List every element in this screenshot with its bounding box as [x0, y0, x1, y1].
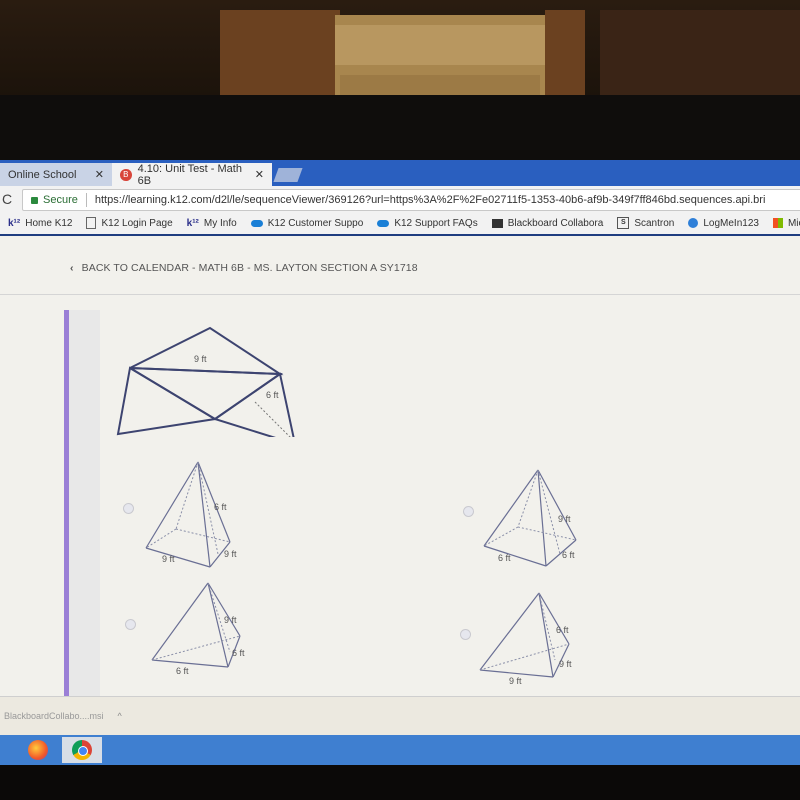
- option-a-base-front-label: 9 ft: [162, 554, 175, 564]
- pyramid-net-figure: 9 ft 6 ft: [110, 322, 310, 446]
- net-top-face: [129, 326, 284, 376]
- bookmark-customer-support[interactable]: K12 Customer Suppo: [250, 217, 364, 229]
- option-d-radio[interactable]: [460, 629, 471, 640]
- bookmark-microsoft[interactable]: Micro: [772, 217, 800, 229]
- bookmark-label: K12 Login Page: [101, 217, 173, 229]
- reload-icon[interactable]: C: [2, 191, 12, 207]
- monitor-bezel-bottom: [0, 765, 800, 800]
- tab-bar: Online School ✕ B 4.10: Unit Test - Math…: [0, 160, 800, 187]
- net-slant-label: 6 ft: [266, 390, 279, 400]
- new-tab-button[interactable]: [273, 168, 303, 182]
- monitor-bezel: [0, 95, 800, 165]
- secure-label: Secure: [43, 194, 78, 206]
- k12-icon: k¹²: [8, 217, 21, 229]
- address-row: C Secure https://learning.k12.com/d2l/le…: [0, 186, 800, 212]
- option-c-radio[interactable]: [125, 619, 136, 630]
- net-right-face: [212, 372, 297, 446]
- lock-icon: [31, 196, 38, 204]
- bookmark-logmein[interactable]: LogMeIn123: [688, 218, 759, 229]
- browser-window: Online School ✕ B 4.10: Unit Test - Math…: [0, 160, 800, 735]
- option-c-base-front-label: 6 ft: [176, 666, 189, 676]
- option-b-radio[interactable]: [463, 506, 474, 517]
- option-d-slant-label: 6 ft: [556, 625, 569, 635]
- taskbar-firefox[interactable]: [18, 737, 58, 763]
- tab-online-school[interactable]: Online School ✕: [0, 163, 112, 186]
- question-side-panel: [69, 310, 100, 700]
- bookmark-label: My Info: [203, 217, 237, 229]
- blackboard-favicon-icon: B: [120, 168, 132, 181]
- bookmark-my-info[interactable]: k¹² My Info: [187, 218, 237, 229]
- bookmark-label: LogMeIn123: [703, 217, 759, 229]
- blackboard-icon: [491, 218, 503, 228]
- net-base-label: 9 ft: [194, 354, 207, 364]
- option-a-figure[interactable]: 6 ft 9 ft 9 ft: [140, 458, 250, 573]
- bookmark-scantron[interactable]: S Scantron: [617, 217, 674, 229]
- tab-unit-test[interactable]: B 4.10: Unit Test - Math 6B ✕: [112, 162, 272, 187]
- back-link-label: BACK TO CALENDAR - MATH 6B - MS. LAYTON …: [81, 262, 418, 274]
- page-content: ‹ BACK TO CALENDAR - MATH 6B - MS. LAYTON…: [0, 236, 800, 700]
- bookmark-k12-login[interactable]: K12 Login Page: [86, 217, 173, 229]
- logmein-icon: [688, 218, 699, 228]
- close-icon[interactable]: ✕: [95, 168, 104, 181]
- bookmark-label: Micro: [787, 217, 800, 229]
- cloud-icon: [377, 219, 390, 227]
- option-d-base-side-label: 9 ft: [559, 659, 572, 669]
- cloud-icon: [250, 219, 263, 227]
- url-text[interactable]: https://learning.k12.com/d2l/le/sequence…: [95, 194, 766, 206]
- scantron-icon: S: [617, 217, 630, 229]
- option-b-base-side-label: 6 ft: [562, 550, 575, 560]
- tab-label: 4.10: Unit Test - Math 6B: [137, 162, 242, 187]
- bookmark-home-k12[interactable]: k¹² Home K12: [8, 218, 72, 229]
- microsoft-icon: [772, 218, 783, 228]
- option-d-drawing: 6 ft 9 ft 9 ft: [477, 590, 587, 695]
- option-d-base-front-label: 9 ft: [509, 676, 522, 686]
- download-filename: BlackboardCollabo....msi: [4, 711, 104, 721]
- tab-label: Online School: [8, 168, 77, 181]
- option-c-drawing: 9 ft 6 ft 6 ft: [148, 580, 258, 685]
- divider: [0, 294, 800, 295]
- bookmark-label: Scantron: [634, 217, 675, 229]
- bookmark-label: K12 Support FAQs: [394, 217, 478, 229]
- chevron-left-icon: ‹: [70, 262, 74, 274]
- document-icon: [86, 217, 97, 229]
- bookmarks-bar: k¹² Home K12 K12 Login Page k¹² My Info K1…: [0, 212, 800, 236]
- address-bar[interactable]: Secure https://learning.k12.com/d2l/le/s…: [22, 189, 800, 211]
- download-bar: BlackboardCollabo....msi ^: [0, 696, 800, 735]
- back-to-calendar-link[interactable]: ‹ BACK TO CALENDAR - MATH 6B - MS. LAYTON…: [70, 262, 418, 274]
- bookmark-blackboard[interactable]: Blackboard Collabora: [491, 217, 604, 229]
- option-b-base-front-label: 6 ft: [498, 553, 511, 563]
- firefox-icon: [28, 740, 48, 760]
- bookmark-label: Home K12: [25, 217, 73, 229]
- taskbar-chrome[interactable]: [62, 737, 102, 763]
- option-b-slant-label: 9 ft: [558, 514, 571, 524]
- bookmark-label: Blackboard Collabora: [507, 217, 604, 229]
- net-left-face: [116, 366, 218, 436]
- option-c-slant-label: 9 ft: [224, 615, 237, 625]
- option-a-radio[interactable]: [123, 503, 134, 514]
- windows-taskbar: [0, 735, 800, 765]
- download-item[interactable]: BlackboardCollabo....msi ^: [4, 711, 122, 721]
- net-base-triangle: [129, 367, 284, 421]
- option-b-figure[interactable]: 9 ft 6 ft 6 ft: [480, 464, 590, 579]
- option-a-slant-label: 6 ft: [214, 502, 227, 512]
- option-a-base-side-label: 9 ft: [224, 549, 237, 559]
- k12-icon: k¹²: [186, 217, 199, 229]
- close-icon[interactable]: ✕: [255, 168, 264, 181]
- chrome-icon: [72, 740, 92, 760]
- chevron-up-icon[interactable]: ^: [118, 711, 122, 721]
- bookmark-support-faqs[interactable]: K12 Support FAQs: [377, 217, 478, 229]
- option-c-base-side-label: 6 ft: [232, 648, 245, 658]
- bookmark-label: K12 Customer Suppo: [267, 217, 364, 229]
- divider: [85, 193, 87, 207]
